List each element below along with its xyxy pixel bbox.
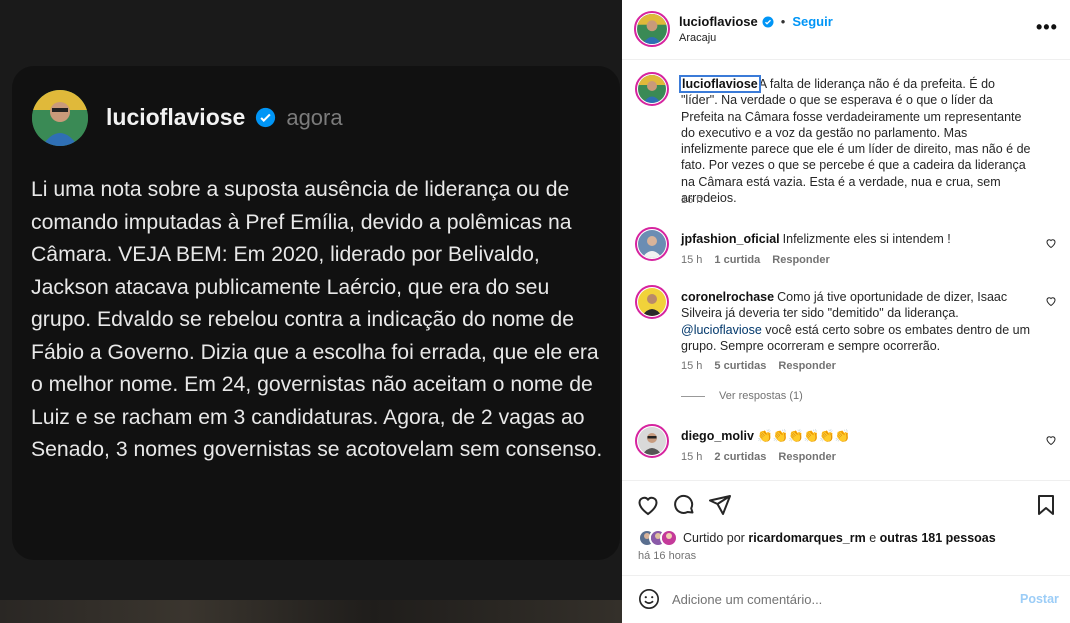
replies-divider [681, 395, 705, 397]
likes-middle: e [869, 531, 877, 545]
add-comment-bar: Postar [622, 575, 1070, 623]
caption-time: 16 h [681, 194, 703, 206]
comment-text-block: coronelrochase Como já tive oportunidade … [681, 289, 1031, 354]
more-options-icon[interactable]: ••• [1036, 17, 1058, 38]
comment-avatar[interactable] [635, 285, 669, 319]
comment-time: 15 h [681, 254, 703, 266]
comment-likes[interactable]: 5 curtidas [714, 360, 766, 372]
card-header: lucioflaviose agora [106, 104, 343, 131]
comment-meta: 15 h 2 curtidas Responder [681, 451, 836, 463]
posted-ago: há 16 horas [638, 550, 697, 562]
verified-icon [256, 107, 276, 128]
action-bar [622, 480, 1070, 524]
view-replies-button[interactable]: Ver respostas (1) [681, 390, 803, 402]
liker-username[interactable]: ricardomarques_rm [748, 531, 865, 545]
comment-reply-button[interactable]: Responder [772, 254, 829, 266]
likes-others-link[interactable]: outras 181 pessoas [880, 531, 996, 545]
comment-input[interactable] [672, 584, 1002, 614]
post-comment-button[interactable]: Postar [1020, 592, 1059, 606]
comment-text-block: diego_moliv 👏👏👏👏👏👏 [681, 428, 1031, 444]
likes-summary: Curtido por ricardomarques_rm e outras 1… [638, 529, 996, 547]
view-replies-label[interactable]: Ver respostas (1) [719, 390, 803, 402]
comment-meta: 15 h 1 curtida Responder [681, 254, 830, 266]
comment-avatar[interactable] [635, 227, 669, 261]
comment-reply-button[interactable]: Responder [778, 451, 835, 463]
comment-like-icon[interactable] [1045, 434, 1057, 446]
comment-like-icon[interactable] [1045, 237, 1057, 249]
header-username[interactable]: lucioflaviose [679, 14, 758, 29]
bookmark-icon[interactable] [1034, 493, 1058, 517]
comment-avatar[interactable] [635, 424, 669, 458]
comment-icon[interactable] [672, 493, 696, 517]
post-header: lucioflaviose • Seguir Aracaju ••• [622, 0, 1070, 60]
header-avatar[interactable] [634, 11, 670, 47]
post-panel: lucioflaviose • Seguir Aracaju ••• lucio… [622, 0, 1070, 623]
comment-time: 15 h [681, 360, 703, 372]
comment-username[interactable]: jpfashion_oficial [681, 232, 780, 246]
like-heart-icon[interactable] [636, 493, 660, 517]
emoji-icon[interactable] [638, 588, 660, 610]
card-time: agora [286, 104, 343, 130]
comment-like-icon[interactable] [1045, 295, 1057, 307]
caption-text: A falta de liderança não é da prefeita. … [681, 77, 1031, 206]
card-username: lucioflaviose [106, 104, 246, 130]
background-strip [0, 600, 622, 623]
comment-mention[interactable]: @lucioflaviose [681, 323, 762, 337]
comment-likes[interactable]: 2 curtidas [714, 451, 766, 463]
liker-avatar[interactable] [660, 529, 678, 547]
comment-meta: 15 h 5 curtidas Responder [681, 360, 836, 372]
likes-text: Curtido por ricardomarques_rm e outras 1… [683, 531, 996, 545]
quote-card: lucioflaviose agora Li uma nota sobre a … [12, 66, 620, 560]
comment-time: 15 h [681, 451, 703, 463]
comment-username[interactable]: diego_moliv [681, 429, 754, 443]
comment-likes[interactable]: 1 curtida [714, 254, 760, 266]
comment-reply-button[interactable]: Responder [778, 360, 835, 372]
comment-username[interactable]: coronelrochase [681, 290, 774, 304]
post-caption: lucioflavioseA falta de liderança não é … [679, 75, 1033, 206]
caption-avatar[interactable] [635, 72, 669, 106]
card-text: Li uma nota sobre a suposta ausência de … [31, 178, 603, 461]
comment-text: 👏👏👏👏👏👏 [756, 429, 851, 443]
caption-username[interactable]: lucioflaviose [679, 75, 761, 93]
header-user-row: lucioflaviose • Seguir [679, 14, 833, 29]
share-icon[interactable] [708, 493, 732, 517]
follow-button[interactable]: Seguir [792, 14, 832, 29]
separator-dot: • [780, 14, 786, 29]
story-stage: lucioflaviose agora Li uma nota sobre a … [0, 0, 622, 623]
likes-prefix: Curtido por [683, 531, 745, 545]
verified-icon [762, 16, 774, 27]
card-avatar [32, 90, 88, 146]
header-location[interactable]: Aracaju [679, 32, 716, 44]
comment-text-block: jpfashion_oficial Infelizmente eles si in… [681, 231, 1031, 247]
comment-text: Infelizmente eles si intendem ! [782, 232, 951, 246]
